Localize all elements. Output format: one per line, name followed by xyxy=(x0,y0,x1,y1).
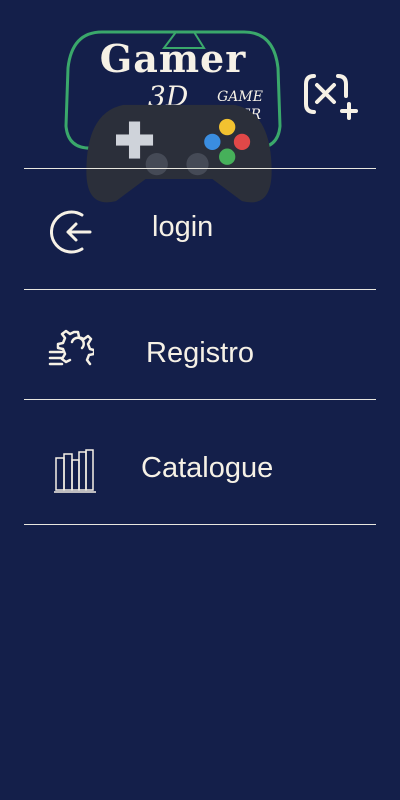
logo-title: Gamer xyxy=(99,36,247,81)
app-header: Gamer 3D GAME OVER xyxy=(0,0,400,203)
menu-item-label: login xyxy=(152,211,214,243)
books-icon xyxy=(54,449,96,493)
divider xyxy=(24,524,376,525)
settings-list-icon xyxy=(48,329,94,366)
menu-item-label: Registro xyxy=(146,337,254,369)
menu-item-registro[interactable]: Registro xyxy=(24,290,376,399)
gamer-3d-logo[interactable]: Gamer 3D GAME OVER xyxy=(62,28,284,203)
menu-item-catalogue[interactable]: Catalogue xyxy=(24,400,376,524)
menu-item-label: Catalogue xyxy=(141,452,274,484)
close-button[interactable] xyxy=(300,70,360,122)
menu-item-login[interactable]: login xyxy=(24,169,376,289)
close-plus-icon xyxy=(304,74,358,120)
login-icon xyxy=(50,210,92,254)
